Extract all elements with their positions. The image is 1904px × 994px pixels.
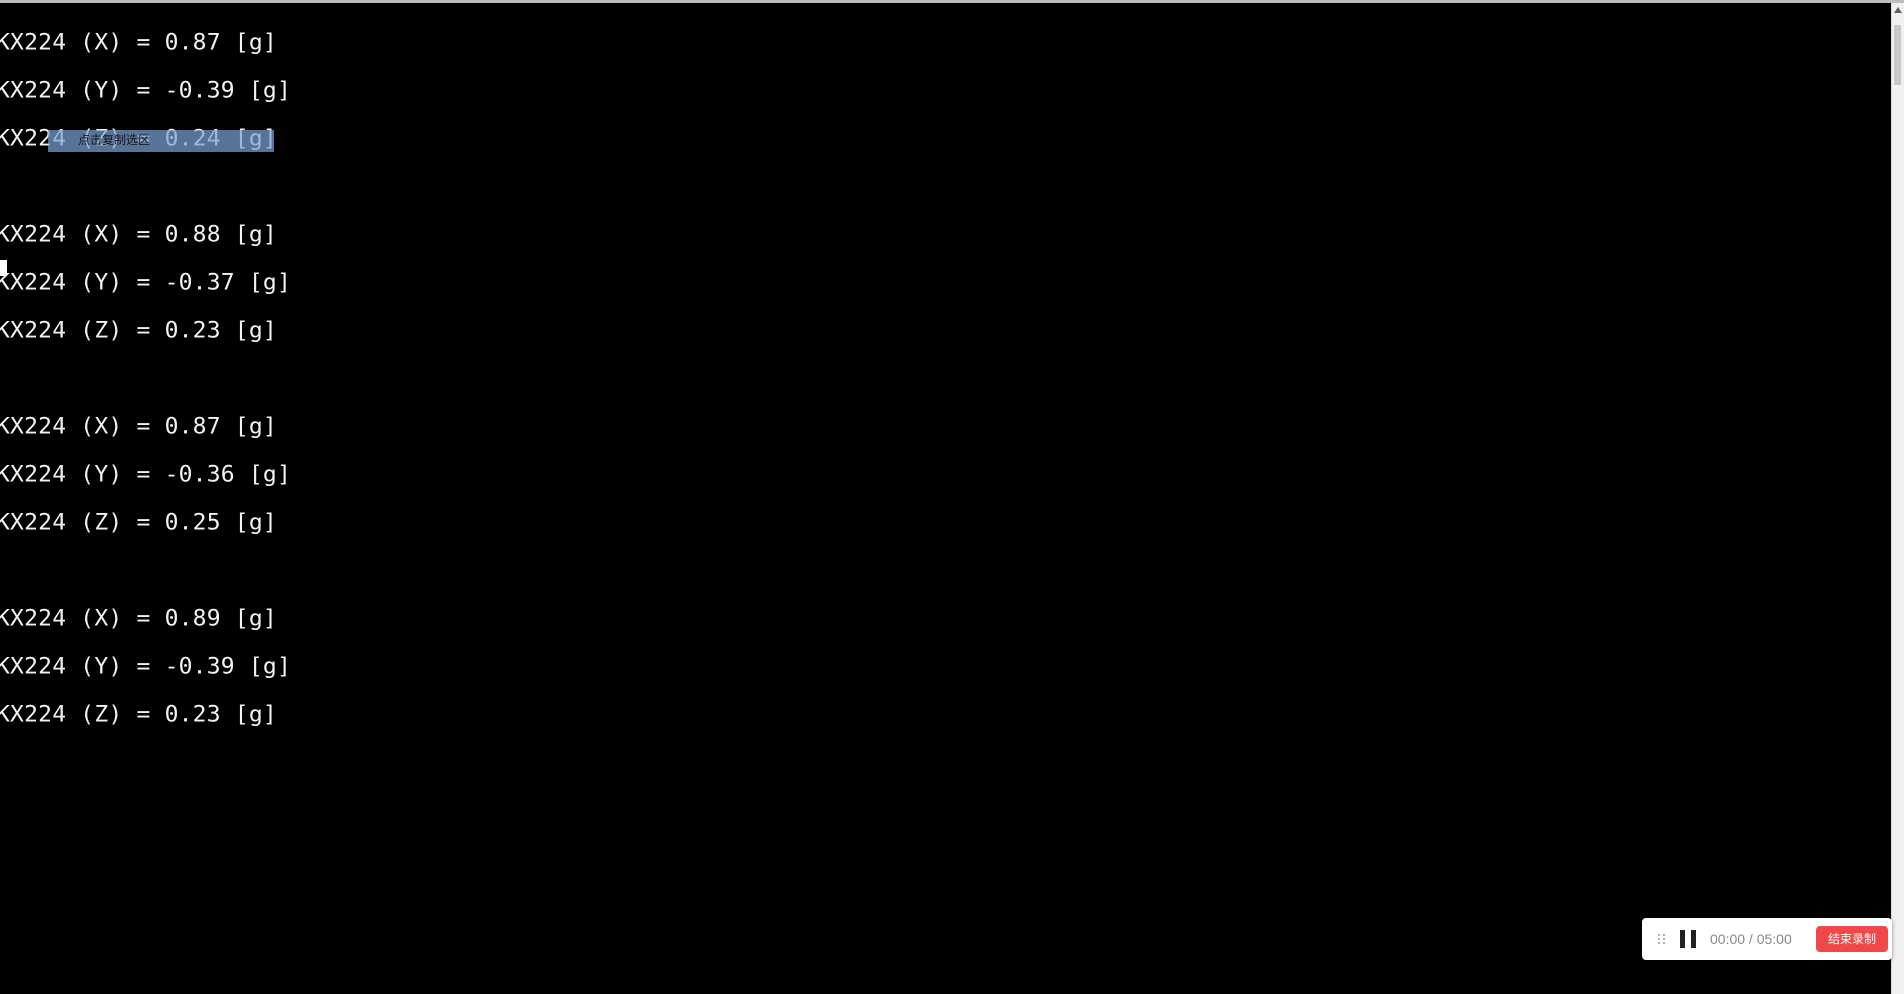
recording-timer: 00:00 / 05:00 xyxy=(1710,931,1792,947)
terminal-line: KX224 (Y) = -0.37 [g] xyxy=(0,270,291,295)
terminal-line: KX224 (Y) = -0.39 [g] xyxy=(0,78,291,103)
screen-recorder-toolbar: 00:00 / 05:00 结束录制 xyxy=(1642,918,1892,960)
terminal-line: KX224 (X) = 0.87 [g] xyxy=(0,30,277,55)
end-recording-button[interactable]: 结束录制 xyxy=(1815,926,1888,952)
vertical-scrollbar[interactable] xyxy=(1891,3,1904,994)
terminal-line: KX224 (Y) = -0.36 [g] xyxy=(0,462,291,487)
terminal-lines: KX224 (X) = 0.87 [g] KX224 (Y) = -0.39 [… xyxy=(0,3,291,755)
pause-icon[interactable] xyxy=(1680,930,1696,948)
drag-handle-icon[interactable] xyxy=(1658,934,1668,944)
terminal-cursor xyxy=(0,260,7,276)
terminal-line: KX224 (Y) = -0.39 [g] xyxy=(0,654,291,679)
terminal-output[interactable]: KX224 (X) = 0.87 [g] KX224 (Y) = -0.39 [… xyxy=(0,3,1892,994)
terminal-line: KX224 (Z) = 0.23 [g] xyxy=(0,702,277,727)
terminal-line: KX224 (Z) = 0.23 [g] xyxy=(0,318,277,343)
terminal-line: KX224 (X) = 0.89 [g] xyxy=(0,606,277,631)
terminal-line: KX224 (X) = 0.88 [g] xyxy=(0,222,277,247)
selection-tooltip[interactable]: 点击复制选区 xyxy=(78,131,150,148)
scroll-thumb[interactable] xyxy=(1894,25,1901,85)
terminal-line: KX224 (Z) = 0.25 [g] xyxy=(0,510,277,535)
terminal-line: KX224 (X) = 0.87 [g] xyxy=(0,414,277,439)
scroll-up-arrow-icon[interactable] xyxy=(1894,7,1902,13)
